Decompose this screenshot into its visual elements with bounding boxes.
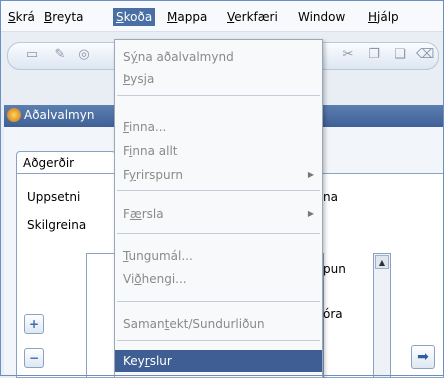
- list-item-tail-1: pun: [323, 262, 346, 276]
- submenu-arrow-icon: ▶: [307, 209, 314, 218]
- list-scrollbar[interactable]: ▲: [373, 253, 391, 378]
- cut-icon[interactable]: ✂: [340, 47, 356, 63]
- collapse-minus-button[interactable]: −: [24, 348, 44, 368]
- menu-view[interactable]: Skoða: [113, 8, 156, 26]
- menu-separator: [117, 340, 320, 341]
- menu-item-language[interactable]: Tungumál...: [115, 245, 322, 267]
- menu-item-record[interactable]: Færsla ▶: [115, 203, 322, 225]
- menu-item-requests[interactable]: Keyrslur: [115, 350, 322, 372]
- menu-separator: [117, 190, 320, 191]
- menu-item-find[interactable]: Finna...: [115, 116, 322, 138]
- setup-label-tail: na: [323, 190, 338, 204]
- menu-separator: [117, 95, 320, 96]
- menu-edit[interactable]: Breyta: [41, 8, 86, 26]
- menu-window[interactable]: Window: [295, 8, 348, 26]
- menu-item-query[interactable]: Fyrirspurn ▶: [115, 164, 322, 186]
- setup-label: Uppsetni: [27, 190, 81, 204]
- right-arrow-button[interactable]: ➡: [411, 345, 435, 369]
- menu-separator: [117, 301, 320, 302]
- attach-icon[interactable]: ✎: [52, 47, 68, 63]
- menu-separator: [117, 233, 320, 234]
- tab-actions[interactable]: Aðgerðir: [16, 151, 116, 174]
- window-title: Aðalvalmyn: [24, 108, 95, 122]
- menu-item-summary[interactable]: Samantekt/Sundurliðun: [115, 313, 322, 335]
- new-icon[interactable]: ▭: [24, 47, 40, 63]
- clear-icon[interactable]: ⌫: [416, 47, 434, 63]
- app-icon: [7, 108, 21, 122]
- menubar: Skrá Breyta Skoða Mappa Verkfæri Window …: [1, 1, 443, 32]
- expand-plus-button[interactable]: +: [24, 314, 44, 334]
- menu-item-find-all[interactable]: Finna allt: [115, 140, 322, 162]
- menu-help[interactable]: Hjálp: [365, 8, 402, 26]
- view-dropdown-menu: Sýna aðalvalmynd Þysja Finna... Finna al…: [114, 39, 323, 378]
- menu-file[interactable]: Skrá: [5, 8, 38, 26]
- menu-tools[interactable]: Verkfæri: [224, 8, 281, 26]
- copy-icon[interactable]: ❐: [366, 47, 382, 63]
- menu-item-zoom[interactable]: Þysja: [115, 68, 322, 90]
- define-label: Skilgreina: [27, 218, 87, 232]
- paste-icon[interactable]: ❏: [392, 47, 408, 63]
- menu-item-show-main[interactable]: Sýna aðalvalmynd: [115, 46, 322, 68]
- submenu-arrow-icon: ▶: [307, 170, 314, 179]
- menu-item-attachments[interactable]: Viðhengi...: [115, 268, 322, 290]
- globe-icon[interactable]: ◎: [76, 47, 92, 63]
- scroll-up-icon[interactable]: ▲: [375, 255, 389, 269]
- list-item-tail-2: óra: [323, 307, 343, 321]
- menu-folder[interactable]: Mappa: [164, 8, 210, 26]
